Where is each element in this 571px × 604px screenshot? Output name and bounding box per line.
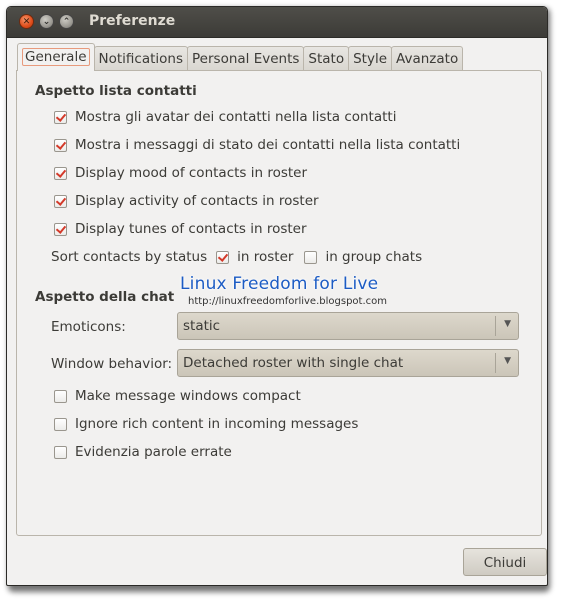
show-avatars-label: Mostra gli avatar dei contatti nella lis… bbox=[75, 109, 397, 125]
highlight-misspelled-checkbox[interactable] bbox=[54, 445, 67, 459]
show-avatars-option[interactable]: Mostra gli avatar dei contatti nella lis… bbox=[54, 109, 396, 125]
tab-notifications[interactable]: Notifications bbox=[93, 46, 189, 71]
watermark-url: http://linuxfreedomforlive.blogspot.com bbox=[188, 296, 387, 307]
highlight-misspelled-option[interactable]: Evidenzia parole errate bbox=[54, 444, 232, 460]
watermark-title: Linux Freedom for Live bbox=[180, 274, 379, 294]
tab-stato[interactable]: Stato bbox=[303, 46, 350, 71]
ignore-rich-content-label: Ignore rich content in incoming messages bbox=[75, 416, 359, 432]
tab-avanzato[interactable]: Avanzato bbox=[391, 46, 464, 71]
maximize-window-icon[interactable]: ⌃ bbox=[59, 14, 74, 29]
tab-label: Generale bbox=[22, 48, 90, 66]
compact-windows-checkbox[interactable] bbox=[54, 389, 67, 403]
show-status-messages-checkbox[interactable] bbox=[54, 138, 67, 152]
chevron-down-icon: ▼ bbox=[504, 356, 511, 366]
combo-separator bbox=[495, 316, 496, 336]
window-behavior-value: Detached roster with single chat bbox=[183, 355, 404, 371]
highlight-misspelled-label: Evidenzia parole errate bbox=[75, 444, 232, 460]
tab-bar: Generale Notifications Personal Events S… bbox=[17, 43, 464, 71]
minimize-window-icon[interactable]: ⌄ bbox=[39, 14, 54, 29]
compact-windows-label: Make message windows compact bbox=[75, 388, 301, 404]
sort-by-status-row: Sort contacts by status in roster in gro… bbox=[51, 249, 422, 265]
tab-generale[interactable]: Generale bbox=[17, 43, 95, 71]
sort-in-roster-label[interactable]: in roster bbox=[237, 249, 293, 265]
chevron-down-icon: ▼ bbox=[504, 319, 511, 329]
display-activity-label: Display activity of contacts in roster bbox=[75, 193, 319, 209]
sort-by-status-label: Sort contacts by status bbox=[51, 249, 208, 265]
compact-windows-option[interactable]: Make message windows compact bbox=[54, 388, 301, 404]
close-window-icon[interactable]: ✕ bbox=[19, 14, 34, 29]
display-activity-option[interactable]: Display activity of contacts in roster bbox=[54, 193, 319, 209]
chat-heading: Aspetto della chat bbox=[35, 289, 175, 305]
emoticons-combo[interactable]: static ▼ bbox=[177, 312, 519, 340]
emoticons-label: Emoticons: bbox=[51, 319, 126, 335]
titlebar: ✕ ⌄ ⌃ Preferenze bbox=[7, 7, 547, 38]
show-status-messages-option[interactable]: Mostra i messaggi di stato dei contatti … bbox=[54, 137, 460, 153]
display-tunes-checkbox[interactable] bbox=[54, 222, 67, 236]
sort-in-roster-checkbox[interactable] bbox=[216, 250, 230, 264]
display-mood-option[interactable]: Display mood of contacts in roster bbox=[54, 165, 307, 181]
sort-in-group-chats-label[interactable]: in group chats bbox=[325, 249, 422, 265]
display-mood-label: Display mood of contacts in roster bbox=[75, 165, 308, 181]
window-behavior-combo[interactable]: Detached roster with single chat ▼ bbox=[177, 349, 519, 377]
ignore-rich-content-checkbox[interactable] bbox=[54, 417, 67, 431]
display-tunes-option[interactable]: Display tunes of contacts in roster bbox=[54, 221, 307, 237]
display-mood-checkbox[interactable] bbox=[54, 166, 67, 180]
show-status-messages-label: Mostra i messaggi di stato dei contatti … bbox=[75, 137, 461, 153]
display-activity-checkbox[interactable] bbox=[54, 194, 67, 208]
combo-separator bbox=[495, 353, 496, 373]
contact-list-heading: Aspetto lista contatti bbox=[35, 83, 197, 99]
display-tunes-label: Display tunes of contacts in roster bbox=[75, 221, 307, 237]
emoticons-value: static bbox=[183, 318, 221, 334]
tab-personal-events[interactable]: Personal Events bbox=[187, 46, 305, 71]
ignore-rich-content-option[interactable]: Ignore rich content in incoming messages bbox=[54, 416, 358, 432]
window-title: Preferenze bbox=[89, 13, 176, 29]
window-behavior-label: Window behavior: bbox=[51, 356, 173, 372]
sort-in-group-chats-checkbox[interactable] bbox=[304, 250, 318, 264]
show-avatars-checkbox[interactable] bbox=[54, 110, 67, 124]
tab-style[interactable]: Style bbox=[348, 46, 393, 71]
close-button[interactable]: Chiudi bbox=[463, 548, 547, 576]
